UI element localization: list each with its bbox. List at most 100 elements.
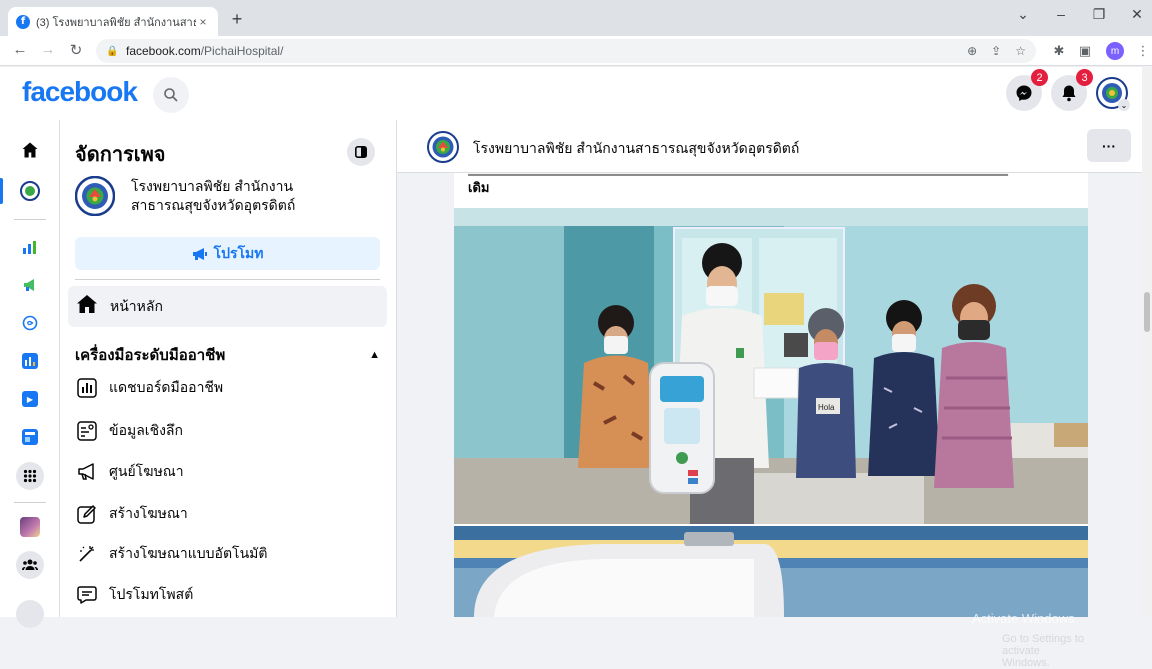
browser-tab[interactable]: f (3) โรงพยาบาลพิชัย สำนักงานสาธารณ × <box>8 7 218 36</box>
page-header: โรงพยาบาลพิชัย สำนักงานสาธารณสุขจังหวัดอ… <box>397 120 1142 173</box>
facebook-header: facebook 2 3 ⌄ <box>0 67 1142 120</box>
left-icon-rail: ▶ <box>0 120 60 628</box>
sidebar-divider <box>75 279 380 280</box>
post-card: ▔▔▔▔▔▔▔▔▔▔▔▔▔▔▔▔▔▔▔▔▔▔▔▔▔▔▔▔▔▔▔▔▔▔▔▔▔▔▔▔… <box>454 173 1088 669</box>
zoom-icon[interactable]: ⊕ <box>967 44 977 58</box>
tab-search-chevron-icon[interactable]: ⌄ <box>1008 6 1038 23</box>
post-photo[interactable]: Hola <box>454 208 1088 524</box>
pencil-icon <box>75 502 99 526</box>
manage-page-sidebar: จัดการเพจ โรงพยาบาลพิชัย สำนักงานสาธารณส… <box>60 120 397 617</box>
address-bar: ← → ↻ 🔒 facebook.com/PichaiHospital/ ⊕ ⇪… <box>0 36 1152 66</box>
sidebar-item-ad-center[interactable]: ศูนย์โฆษณา <box>75 460 184 484</box>
extensions-puzzle-icon[interactable]: ✱ <box>1050 43 1068 59</box>
activate-windows-watermark: Activate Windows <box>972 611 1075 626</box>
rail-profile-photo-icon[interactable] <box>18 515 42 539</box>
post-text: ▔▔▔▔▔▔▔▔▔▔▔▔▔▔▔▔▔▔▔▔▔▔▔▔▔▔▔▔▔▔▔▔▔▔▔▔▔▔▔▔… <box>468 173 1068 196</box>
rail-home-icon[interactable] <box>18 138 42 162</box>
sidebar-item-promote-post[interactable]: โปรโมทโพสต์ <box>75 583 193 607</box>
share-icon[interactable]: ⇪ <box>991 44 1001 58</box>
messenger-icon <box>1016 85 1032 101</box>
activate-windows-subtext: Go to Settings to activate Windows. <box>1002 633 1084 669</box>
more-options-button[interactable]: ··· <box>1087 129 1131 162</box>
chevron-up-icon: ▲ <box>369 349 380 361</box>
promote-button[interactable]: โปรโมท <box>75 237 380 270</box>
close-window-button[interactable]: ✕ <box>1122 6 1152 23</box>
bookmark-star-icon[interactable]: ☆ <box>1015 44 1026 58</box>
sidebar-item-label: สร้างโฆษณาแบบอัตโนมัติ <box>109 545 268 561</box>
url-input[interactable]: 🔒 facebook.com/PichaiHospital/ ⊕ ⇪ ☆ <box>96 39 1036 63</box>
sidebar-item-insights[interactable]: ข้อมูลเชิงลึก <box>75 419 183 443</box>
forward-arrow-icon[interactable]: → <box>38 41 58 58</box>
sidebar-item-label: ศูนย์โฆษณา <box>109 463 184 479</box>
dashboard-icon <box>75 376 99 400</box>
sidebar-item-label: แดชบอร์ดมืออาชีพ <box>109 379 224 395</box>
home-icon <box>76 294 100 320</box>
rail-divider <box>14 219 46 220</box>
rail-video-icon[interactable]: ▶ <box>18 387 42 411</box>
collapse-panel-icon <box>355 146 367 158</box>
photo-sign-text: Hola <box>818 403 835 412</box>
sidebar-item-label: โปรโมทโพสต์ <box>109 586 194 602</box>
page-scrollbar[interactable] <box>1142 67 1152 617</box>
rail-meta-business-icon[interactable] <box>18 311 42 335</box>
bell-icon <box>1062 85 1076 102</box>
post-text-line: เดิม <box>468 180 490 195</box>
notifications-badge: 3 <box>1076 69 1093 86</box>
sidebar-item-home[interactable]: หน้าหลัก <box>68 286 387 327</box>
sidebar-title: จัดการเพจ <box>75 144 166 166</box>
scrollbar-thumb[interactable] <box>1144 292 1150 332</box>
post-photo-image: Hola <box>454 208 1088 524</box>
notifications-button[interactable]: 3 <box>1051 69 1093 111</box>
facebook-favicon-icon: f <box>16 14 30 29</box>
sidebar-page-name: โรงพยาบาลพิชัย สำนักงานสาธารณสุขจังหวัดอ… <box>131 178 296 213</box>
sidebar-item-dashboard[interactable]: แดชบอร์ดมืออาชีพ <box>75 376 223 400</box>
promote-post-icon <box>75 583 99 607</box>
tab-close-icon[interactable]: × <box>196 15 210 29</box>
url-path: /PichaiHospital/ <box>200 44 284 58</box>
page-header-title[interactable]: โรงพยาบาลพิชัย สำนักงานสาธารณสุขจังหวัดอ… <box>473 138 799 160</box>
rail-more-icon[interactable] <box>16 600 44 628</box>
page-avatar <box>75 176 115 216</box>
rail-groups-icon[interactable] <box>16 551 44 579</box>
back-arrow-icon[interactable]: ← <box>10 41 30 58</box>
account-chevron-icon: ⌄ <box>1118 99 1130 111</box>
lock-icon: 🔒 <box>106 45 119 57</box>
rail-divider <box>14 502 46 503</box>
sidebar-item-label: สร้างโฆษณา <box>109 505 188 521</box>
sidebar-item-label: หน้าหลัก <box>110 297 163 314</box>
section-title: เครื่องมือระดับมืออาชีพ <box>75 347 226 364</box>
main-content: โรงพยาบาลพิชัย สำนักงานสาธารณสุขจังหวัดอ… <box>397 120 1142 669</box>
browser-menu-icon[interactable]: ⋮ <box>1134 43 1152 59</box>
maximize-button[interactable]: ❐ <box>1084 6 1114 23</box>
rail-all-tools-icon[interactable] <box>16 462 44 490</box>
messenger-button[interactable]: 2 <box>1006 69 1048 111</box>
collapse-sidebar-button[interactable] <box>347 138 375 166</box>
rail-active-indicator <box>0 178 3 204</box>
sidebar-item-automated-ads[interactable]: สร้างโฆษณาแบบอัตโนมัติ <box>75 542 267 566</box>
new-tab-button[interactable]: + <box>226 9 248 30</box>
post-text-cut-line: ▔▔▔▔▔▔▔▔▔▔▔▔▔▔▔▔▔▔▔▔▔▔▔▔▔▔▔▔▔▔▔▔▔▔▔▔▔▔▔▔… <box>468 173 1068 179</box>
minimize-button[interactable]: – <box>1046 6 1076 22</box>
page-header-avatar[interactable] <box>427 131 459 168</box>
messenger-badge: 2 <box>1031 69 1048 86</box>
tab-title: (3) โรงพยาบาลพิชัย สำนักงานสาธารณ <box>36 16 196 29</box>
rail-planner-icon[interactable] <box>18 425 42 449</box>
rail-page-avatar-icon[interactable] <box>18 179 42 203</box>
rail-dashboard-icon[interactable] <box>18 349 42 373</box>
post-photo-image <box>454 526 1088 617</box>
browser-profile-avatar[interactable]: m <box>1106 42 1124 60</box>
account-avatar[interactable]: ⌄ <box>1096 77 1130 111</box>
rail-ad-center-icon[interactable] <box>18 273 42 297</box>
sidebar-page-switcher[interactable]: โรงพยาบาลพิชัย สำนักงานสาธารณสุขจังหวัดอ… <box>75 176 321 216</box>
sidebar-item-create-ad[interactable]: สร้างโฆษณา <box>75 502 188 526</box>
url-host: facebook.com <box>126 44 201 58</box>
reload-icon[interactable]: ↻ <box>66 41 86 59</box>
magic-wand-icon <box>75 542 99 566</box>
post-photo[interactable] <box>454 526 1088 617</box>
promote-label: โปรโมท <box>213 244 264 261</box>
side-panel-icon[interactable]: ▣ <box>1076 43 1094 59</box>
facebook-logo[interactable]: facebook <box>22 76 138 108</box>
professional-tools-section[interactable]: เครื่องมือระดับมืออาชีพ ▲ <box>75 343 380 367</box>
search-button[interactable] <box>153 77 189 113</box>
rail-insights-icon[interactable] <box>18 235 42 259</box>
